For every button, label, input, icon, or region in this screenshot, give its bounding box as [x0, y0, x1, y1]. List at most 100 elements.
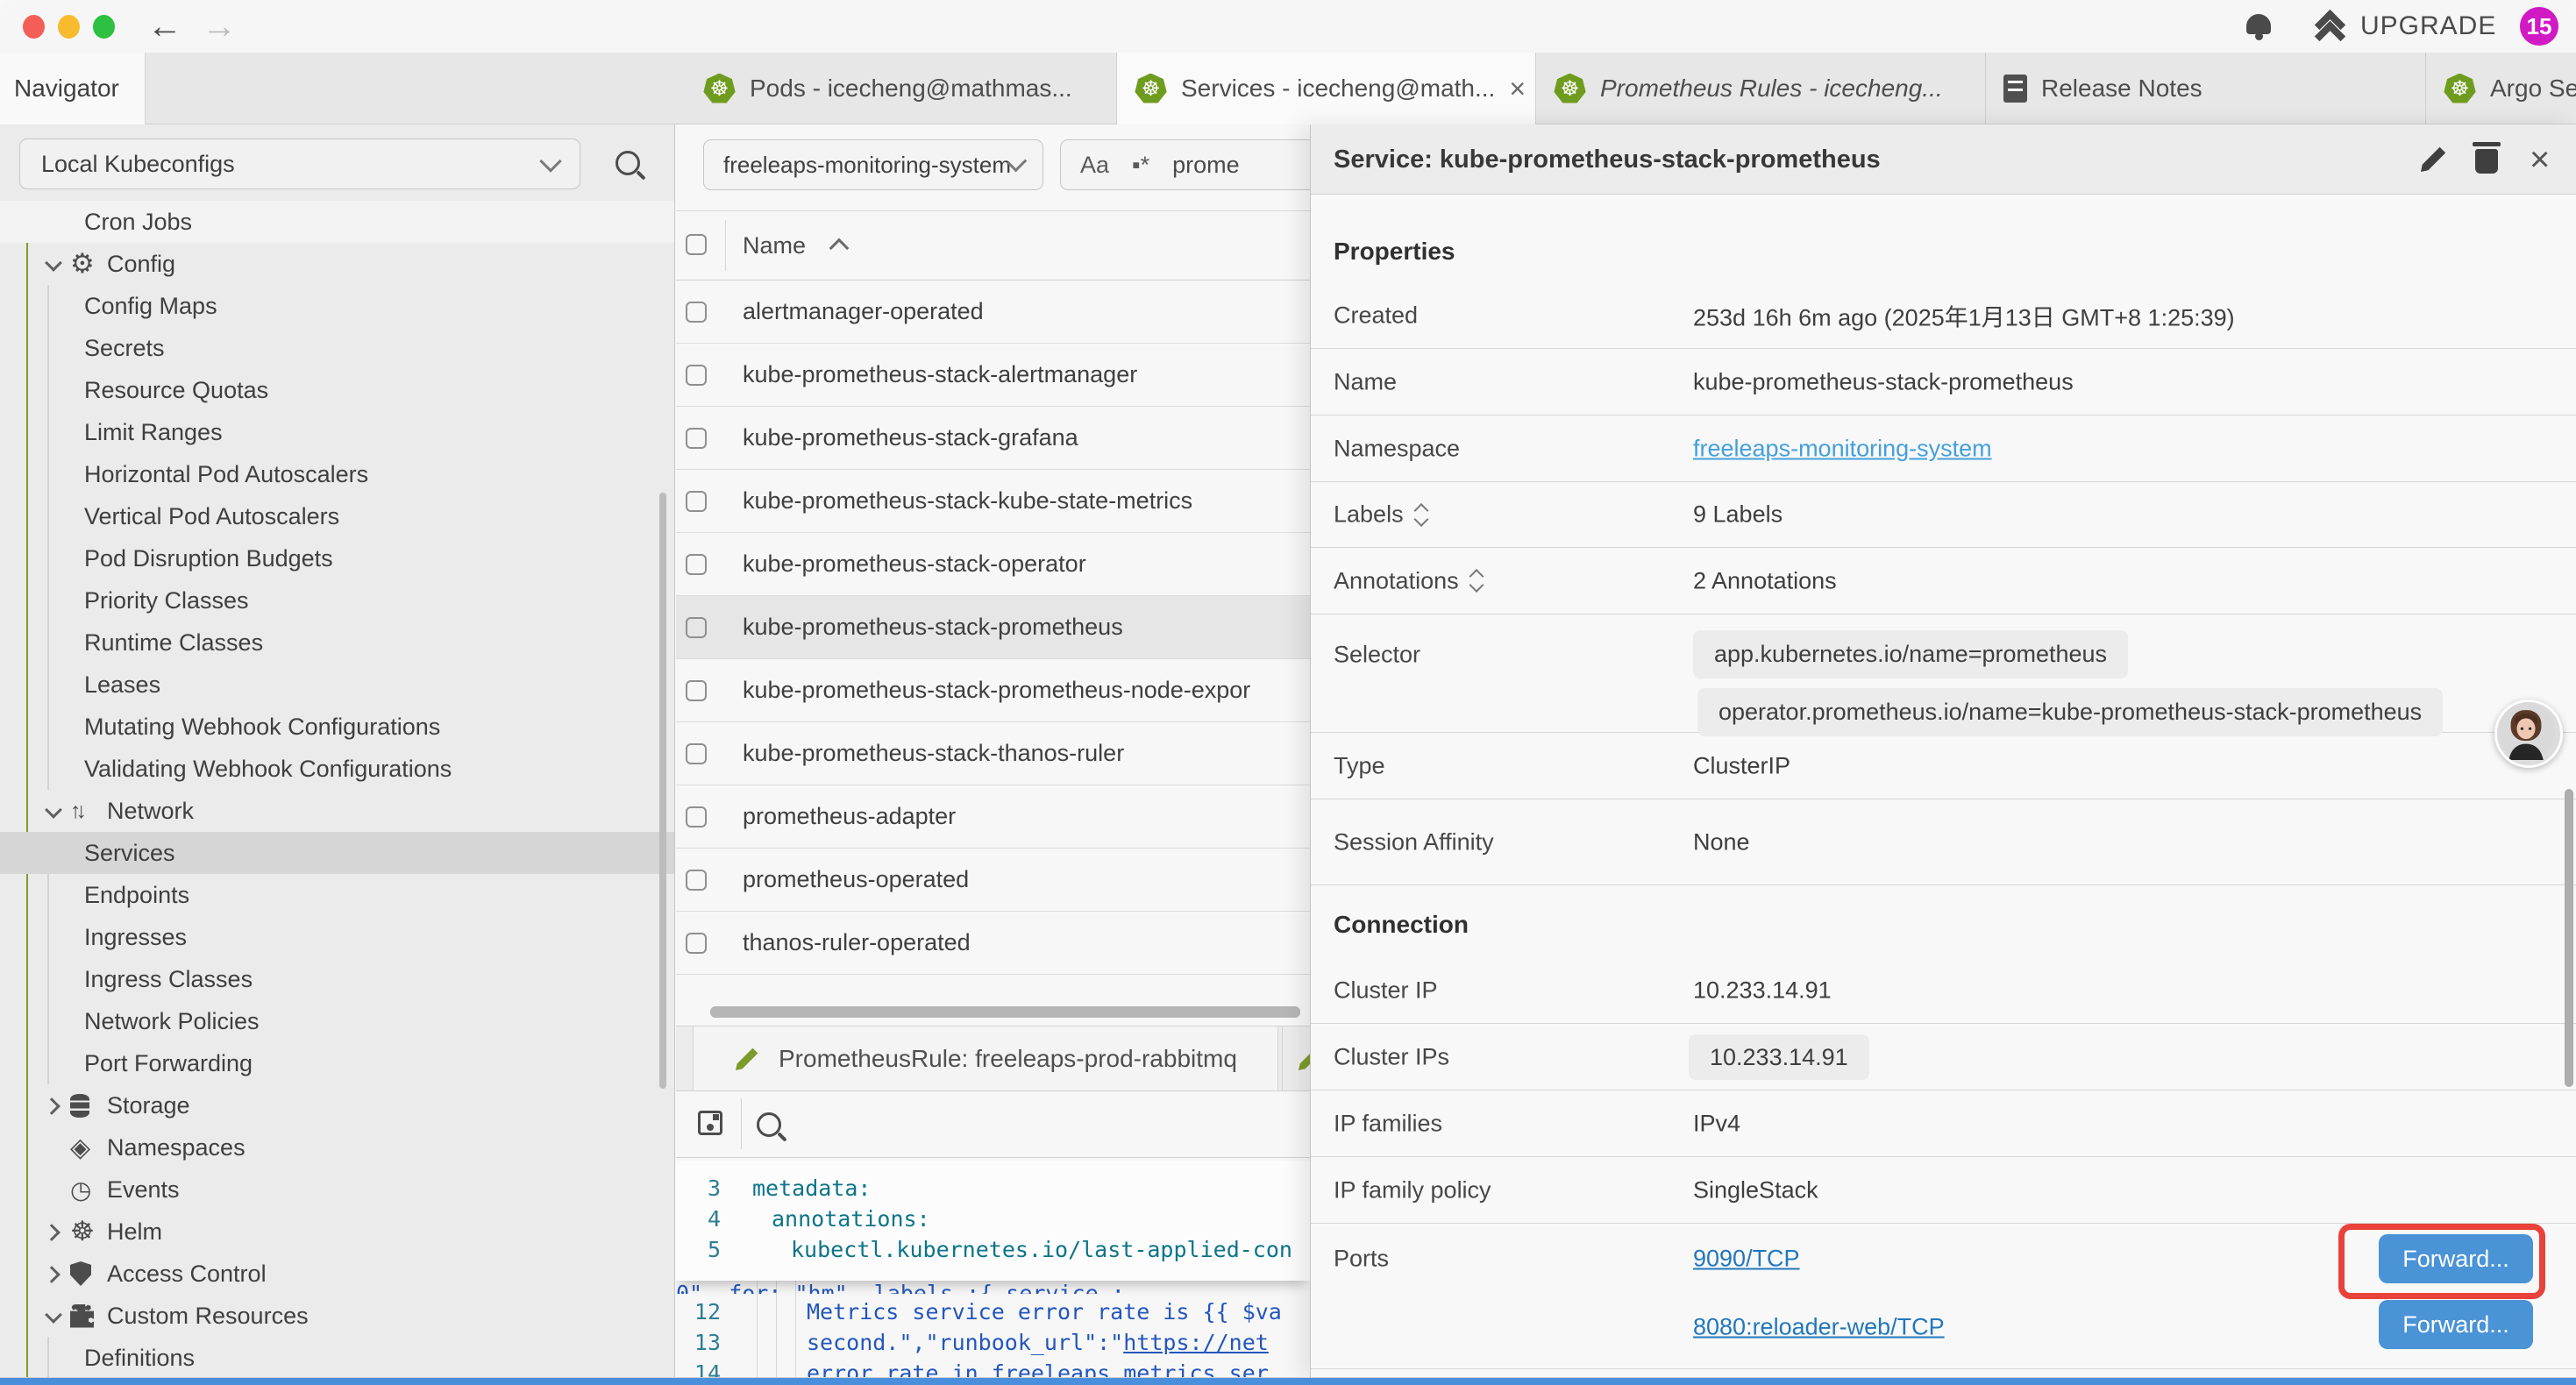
close-window-button[interactable]: [23, 15, 45, 39]
upgrade-button[interactable]: UPGRADE: [2360, 0, 2496, 53]
sidebar-item[interactable]: Horizontal Pod Autoscalers: [0, 453, 675, 495]
name-column-header[interactable]: Name: [743, 211, 806, 280]
port-link[interactable]: 8080:reloader-web/TCP: [1693, 1314, 1945, 1341]
document-tab[interactable]: Services - icecheng@math... ×: [1117, 53, 1536, 124]
sidebar-item[interactable]: Secrets: [0, 327, 675, 369]
sidebar-search-icon[interactable]: [616, 151, 640, 175]
sidebar-item[interactable]: Namespaces: [0, 1126, 675, 1168]
row-checkbox[interactable]: [686, 870, 707, 891]
avatar[interactable]: [2494, 700, 2563, 768]
row-checkbox[interactable]: [686, 428, 707, 449]
regex-toggle[interactable]: ▪*: [1132, 152, 1149, 179]
expander-icon[interactable]: [1416, 505, 1427, 524]
code-link[interactable]: https://net: [1123, 1330, 1269, 1355]
sidebar-item[interactable]: Config Maps: [0, 285, 675, 327]
select-all-checkbox[interactable]: [686, 234, 707, 255]
editor-tab-active[interactable]: PrometheusRule: freeleaps-prod-rabbitmq: [693, 1026, 1278, 1090]
sidebar-item[interactable]: Storage: [0, 1084, 675, 1126]
sidebar-item[interactable]: Resource Quotas: [0, 369, 675, 411]
table-row[interactable]: thanos-ruler-operated: [676, 912, 1310, 975]
table-row[interactable]: kube-prometheus-stack-thanos-ruler: [676, 722, 1310, 785]
tree-chevron-icon[interactable]: [40, 1175, 70, 1204]
table-row[interactable]: kube-prometheus-stack-grafana: [676, 407, 1310, 470]
tab-navigator[interactable]: Navigator: [0, 53, 146, 124]
sidebar-item[interactable]: Pod Disruption Budgets: [0, 537, 675, 579]
row-checkbox[interactable]: [686, 933, 707, 954]
delete-resource-icon[interactable]: [2475, 149, 2498, 174]
table-row[interactable]: kube-prometheus-stack-prometheus: [676, 596, 1310, 659]
back-button[interactable]: ←: [147, 2, 182, 51]
row-checkbox[interactable]: [686, 554, 707, 575]
expander-icon[interactable]: [1471, 572, 1482, 591]
document-tab[interactable]: Pods - icecheng@mathmas...: [686, 53, 1117, 124]
sidebar-scrollbar[interactable]: [659, 493, 666, 1089]
document-tab[interactable]: Release Notes: [1986, 53, 2426, 124]
sidebar-item[interactable]: Leases: [0, 664, 675, 706]
sidebar-item[interactable]: Cron Jobs: [0, 201, 675, 243]
table-row[interactable]: kube-prometheus-stack-kube-state-metrics: [676, 470, 1310, 533]
document-tab[interactable]: Prometheus Rules - icecheng...: [1536, 53, 1986, 124]
notification-count-badge[interactable]: 15: [2520, 7, 2558, 46]
forward-port-button[interactable]: Forward...: [2379, 1300, 2533, 1349]
tree-chevron-icon[interactable]: [40, 796, 70, 826]
namespace-link[interactable]: freeleaps-monitoring-system: [1693, 435, 1992, 462]
maximize-window-button[interactable]: [93, 15, 115, 39]
sidebar-item[interactable]: Definitions: [0, 1337, 675, 1378]
table-row[interactable]: kube-prometheus-stack-operator: [676, 533, 1310, 596]
row-checkbox[interactable]: [686, 680, 707, 701]
tree-chevron-icon[interactable]: [40, 1133, 70, 1162]
tree-chevron-icon[interactable]: [40, 249, 70, 279]
sidebar-item[interactable]: Access Control: [0, 1253, 675, 1295]
yaml-editor[interactable]: 0", for: "hm", labels :{ service : 12 Me…: [676, 1157, 1310, 1378]
close-panel-icon[interactable]: ×: [2530, 124, 2550, 195]
row-checkbox[interactable]: [686, 806, 707, 827]
close-tab-icon[interactable]: ×: [1509, 73, 1526, 105]
table-row[interactable]: prometheus-operated: [676, 849, 1310, 912]
sidebar-item[interactable]: Network Policies: [0, 1000, 675, 1042]
sidebar-item[interactable]: Network: [0, 790, 675, 832]
table-search-input[interactable]: Aa ▪* prome: [1060, 139, 1310, 190]
sidebar-item[interactable]: Port Forwarding: [0, 1042, 675, 1084]
document-tab[interactable]: Argo Se: [2426, 53, 2576, 124]
editor-search-icon[interactable]: [757, 1112, 781, 1137]
table-row[interactable]: kube-prometheus-stack-alertmanager: [676, 344, 1310, 407]
row-checkbox[interactable]: [686, 617, 707, 638]
tree-chevron-icon[interactable]: [40, 1090, 70, 1120]
table-row[interactable]: prometheus-adapter: [676, 785, 1310, 849]
sidebar-item[interactable]: Helm: [0, 1211, 675, 1253]
tree-chevron-icon[interactable]: [40, 1301, 70, 1331]
sidebar-item[interactable]: Ingresses: [0, 916, 675, 958]
sidebar-item[interactable]: Priority Classes: [0, 579, 675, 621]
sidebar-item[interactable]: Mutating Webhook Configurations: [0, 706, 675, 748]
sidebar-item[interactable]: Ingress Classes: [0, 958, 675, 1000]
kubeconfig-dropdown[interactable]: Local Kubeconfigs: [19, 138, 580, 189]
minimize-window-button[interactable]: [58, 15, 80, 39]
match-case-toggle[interactable]: Aa: [1080, 152, 1109, 179]
notifications-bell-icon[interactable]: [2246, 14, 2271, 34]
namespace-filter-dropdown[interactable]: freeleaps-monitoring-system: [703, 139, 1043, 190]
sidebar-item[interactable]: Config: [0, 243, 675, 285]
tree-chevron-icon[interactable]: [40, 1259, 70, 1289]
forward-button[interactable]: →: [202, 2, 237, 51]
sidebar-item[interactable]: Endpoints: [0, 874, 675, 916]
editor-tab-partial[interactable]: [1282, 1026, 1310, 1090]
table-row[interactable]: alertmanager-operated: [676, 281, 1310, 344]
edit-resource-icon[interactable]: [2421, 146, 2447, 172]
sidebar-item[interactable]: Vertical Pod Autoscalers: [0, 495, 675, 537]
row-checkbox[interactable]: [686, 365, 707, 386]
sidebar-item[interactable]: Custom Resources: [0, 1295, 675, 1337]
property-value[interactable]: 9 Labels: [1693, 501, 1783, 529]
row-checkbox[interactable]: [686, 743, 707, 764]
row-checkbox[interactable]: [686, 491, 707, 512]
table-row[interactable]: kube-prometheus-stack-prometheus-node-ex…: [676, 659, 1310, 722]
property-value[interactable]: 2 Annotations: [1693, 567, 1837, 594]
sidebar-item[interactable]: Validating Webhook Configurations: [0, 748, 675, 790]
sidebar-item[interactable]: Runtime Classes: [0, 621, 675, 664]
sidebar-item[interactable]: Events: [0, 1168, 675, 1211]
sidebar-item[interactable]: Services: [0, 832, 675, 874]
panel-scrollbar[interactable]: [2565, 789, 2573, 1087]
tree-chevron-icon[interactable]: [40, 1217, 70, 1246]
port-link[interactable]: 9090/TCP: [1693, 1246, 1800, 1273]
row-checkbox[interactable]: [686, 302, 707, 323]
sidebar-item[interactable]: Limit Ranges: [0, 411, 675, 453]
